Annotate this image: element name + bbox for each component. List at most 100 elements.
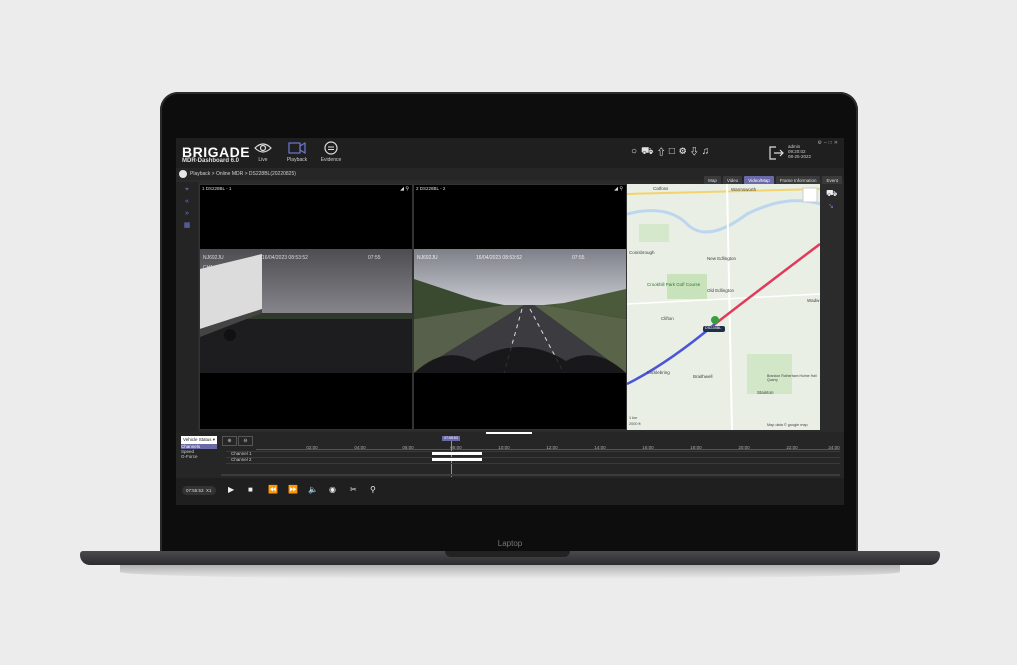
video-1-overlay-timestamp: 16/04/2023 08:53:52 [262, 255, 308, 261]
collapse-left-icon[interactable]: « [183, 198, 191, 205]
map-scale: 1 km [629, 416, 638, 420]
tick-label: 18:00 [690, 445, 702, 450]
tick-label: 10:00 [498, 445, 510, 450]
user-info: admin 09:20:02 08-25-2022 [788, 144, 811, 159]
expand-right-icon[interactable]: » [183, 210, 191, 217]
map-scale-ft: 2000 ft [629, 422, 641, 426]
timeline-panel: Vehicle Status ▾ Channels Speed G-Force … [176, 432, 844, 478]
channel-1-recording-bar[interactable] [432, 452, 482, 455]
channel-row-divider [226, 457, 840, 458]
map-canvas [627, 184, 820, 430]
volume-icon[interactable]: 🔈 [308, 485, 318, 495]
close-icon[interactable]: ✕ [834, 140, 840, 146]
video-panel-2[interactable]: 2 DS228BL - 2 ◢ ⚲ NJ692JU 16/04/2023 08:… [413, 184, 627, 430]
stop-icon[interactable]: ■ [248, 485, 253, 495]
video-2-overlay-plate: NJ692JU [417, 255, 438, 261]
user-date: 08-25-2022 [788, 154, 812, 159]
breadcrumb-bar: Playback > Online MDR > DS228BL(20220825… [176, 168, 844, 185]
truck-follow-icon[interactable]: ⛟ [826, 188, 837, 200]
download-icon[interactable]: ⇩ [691, 146, 702, 157]
zoom-in-icon: ⊕ [227, 438, 232, 444]
zoom-icon[interactable]: ⚲ [405, 186, 409, 192]
channel-row-divider [226, 463, 840, 464]
status-dropdown[interactable]: Vehicle Status ▾ [181, 436, 217, 444]
rewind-icon[interactable]: ⏪ [268, 485, 278, 495]
video-1-overlay-plate: NJ692JU [203, 255, 224, 261]
nav-evidence-label: Evidence [320, 157, 342, 163]
channel-2-recording-bar[interactable] [432, 458, 482, 461]
fullscreen-icon[interactable]: ⌖ [183, 186, 191, 193]
video-panel-1[interactable]: 1 DS228BL - 1 ◢ ⚲ NJ692JU CH1 16/04/2023… [199, 184, 413, 430]
breadcrumb: Playback > Online MDR > DS228BL(20220825… [190, 171, 296, 177]
truck-icon[interactable]: ⛟ [641, 146, 658, 157]
playback-speed[interactable]: X1 [206, 488, 212, 493]
fast-forward-icon[interactable]: ⏩ [288, 485, 298, 495]
upload-icon[interactable]: ⇧ [658, 146, 669, 157]
chat-icon[interactable]: ○ [631, 146, 641, 157]
settings-icon[interactable]: ⚙ [679, 146, 691, 157]
logout-icon[interactable] [768, 146, 784, 160]
tick-label: 20:00 [738, 445, 750, 450]
zoom-out-icon: ⊖ [243, 438, 248, 444]
nav-playback-label: Playback [286, 157, 308, 163]
map-place-wadw: Wadw [807, 298, 820, 303]
status-item-gforce[interactable]: G-Force [181, 454, 217, 459]
tick-label: 04:00 [354, 445, 366, 450]
app-subtitle: MDR-Dashboard 6.0 [182, 158, 240, 164]
channel-2-label: Channel 2 [231, 457, 252, 462]
tick-label: 14:00 [594, 445, 606, 450]
video-1-overlay-time: 07:55 [368, 255, 381, 261]
video-2-scene [414, 249, 626, 373]
zoom-out-button[interactable]: ⊖ [238, 436, 253, 446]
document-icon[interactable]: □ [669, 146, 679, 157]
nav-evidence[interactable]: Evidence [314, 141, 348, 163]
timeline-scrollbar[interactable] [221, 474, 840, 476]
video-1-frame: NJ692JU CH1 16/04/2023 08:53:52 07:55 [200, 249, 412, 373]
tick-label: 12:00 [546, 445, 558, 450]
tick-label: 22:00 [786, 445, 798, 450]
video-1-overlay-channel: CH1 [203, 265, 214, 271]
zoom-icon[interactable]: ⚲ [619, 186, 623, 192]
map-place-braithwell: Braithwell [693, 374, 713, 379]
map-place-stainton: Stainton [757, 390, 774, 395]
resize-icon[interactable]: ↘ [828, 202, 834, 210]
video-2-overlay-timestamp: 16/04/2023 08:53:52 [476, 255, 522, 261]
map-place-new-edlington: New Edlington [707, 256, 737, 261]
top-bar: BRIGADE MDR-Dashboard 6.0 Live Playback … [176, 138, 844, 168]
map-panel[interactable]: Catfoss Warmsworth Conisbrough New Edlin… [627, 184, 820, 430]
grid-layout-icon[interactable]: ▦ [183, 222, 191, 229]
expand-icon[interactable]: ◢ [614, 186, 618, 192]
status-list: Channels Speed G-Force [181, 444, 217, 459]
scissors-icon[interactable]: ✂ [350, 485, 357, 495]
nav-playback[interactable]: Playback [280, 141, 314, 163]
laptop-shadow [120, 565, 900, 579]
zoom-in-button[interactable]: ⊕ [222, 436, 237, 446]
tick-label: 16:00 [642, 445, 654, 450]
search-location-icon[interactable]: ⚲ [370, 485, 376, 495]
bell-icon[interactable]: ♫ [702, 146, 714, 157]
left-toolbar: ⌖ « » ▦ [176, 182, 198, 432]
chat-bubble-icon [324, 141, 338, 155]
laptop-notch [445, 551, 570, 557]
video-2-tools: ◢ ⚲ [614, 186, 623, 192]
nav-live[interactable]: Live [246, 141, 280, 163]
device-label: Laptop [497, 539, 523, 548]
toolbar-icons: ○⛟⇧□⚙⇩♫ [631, 146, 713, 159]
map-vehicle-marker[interactable]: DS228BL [705, 326, 721, 330]
map-place-warmsworth: Warmsworth [731, 187, 757, 192]
map-place-catfoss: Catfoss [653, 186, 669, 191]
video-2-label: 2 DS228BL - 2 [416, 186, 446, 191]
time-ruler[interactable]: 02:00 04:00 06:00 08:00 10:00 12:00 14:0… [256, 443, 840, 450]
back-arrow-icon[interactable] [179, 170, 187, 178]
map-side-tools: ⛟ ↘ [820, 184, 844, 430]
camera-icon[interactable]: ◉ [329, 485, 336, 495]
timeline-collapse-handle[interactable] [486, 432, 532, 434]
video-camera-icon [288, 141, 306, 155]
tick-label: 02:00 [306, 445, 318, 450]
chevron-down-icon: ▾ [212, 437, 216, 442]
eye-icon [254, 143, 272, 153]
playback-time: 07:55:53 [186, 488, 204, 493]
expand-icon[interactable]: ◢ [400, 186, 404, 192]
map-place-quarry: Brandon Rotherham Hulme Hall Quarry [767, 374, 817, 382]
play-icon[interactable]: ▶ [228, 485, 234, 495]
